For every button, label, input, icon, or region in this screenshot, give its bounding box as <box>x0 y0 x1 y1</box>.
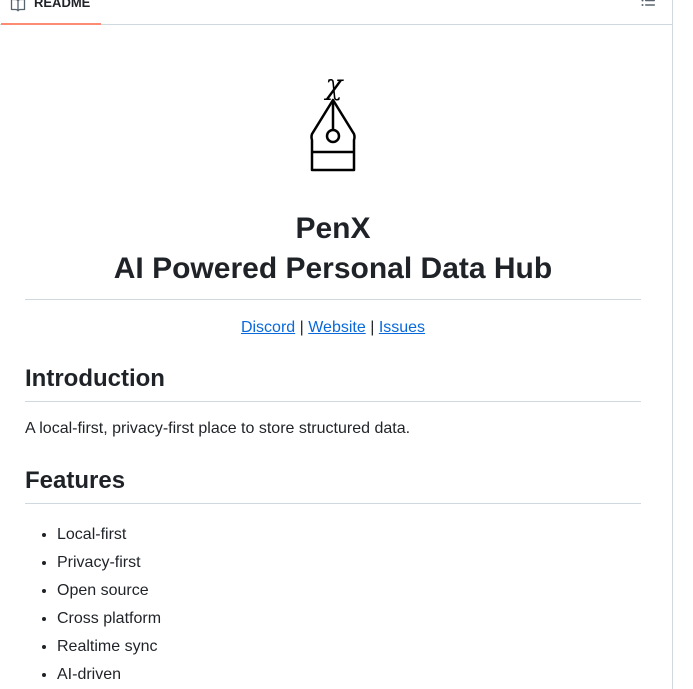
features-list: Local-first Privacy-first Open source Cr… <box>25 521 161 689</box>
list-item: Privacy-first <box>57 549 161 577</box>
title-divider <box>25 299 641 300</box>
tab-readme-label: README <box>34 0 91 10</box>
features-divider <box>25 503 641 504</box>
list-item: Open source <box>57 577 161 605</box>
discord-link[interactable]: Discord <box>241 319 295 336</box>
book-icon <box>10 0 26 12</box>
readme-tabbar: README <box>0 0 673 25</box>
list-item: AI-driven <box>57 661 161 689</box>
page-title: PenX <box>295 212 371 245</box>
features-heading: Features <box>25 467 126 494</box>
introduction-divider <box>25 401 641 402</box>
pen-nib-logo: χ <box>310 72 356 172</box>
issues-link[interactable]: Issues <box>379 319 425 336</box>
logo-letter: χ <box>324 72 345 101</box>
list-item: Cross platform <box>57 605 161 633</box>
introduction-heading: Introduction <box>25 365 165 392</box>
page-subtitle: AI Powered Personal Data Hub <box>113 252 553 285</box>
website-link[interactable]: Website <box>308 319 366 336</box>
link-row: Discord | Website | Issues <box>25 318 641 338</box>
list-item: Realtime sync <box>57 633 161 661</box>
introduction-text: A local-first, privacy-first place to st… <box>25 420 411 437</box>
link-separator: | <box>299 319 304 336</box>
list-unordered-icon[interactable] <box>640 0 656 13</box>
list-item: Local-first <box>57 521 161 549</box>
link-separator: | <box>370 319 375 336</box>
tab-readme[interactable]: README <box>1 0 101 25</box>
